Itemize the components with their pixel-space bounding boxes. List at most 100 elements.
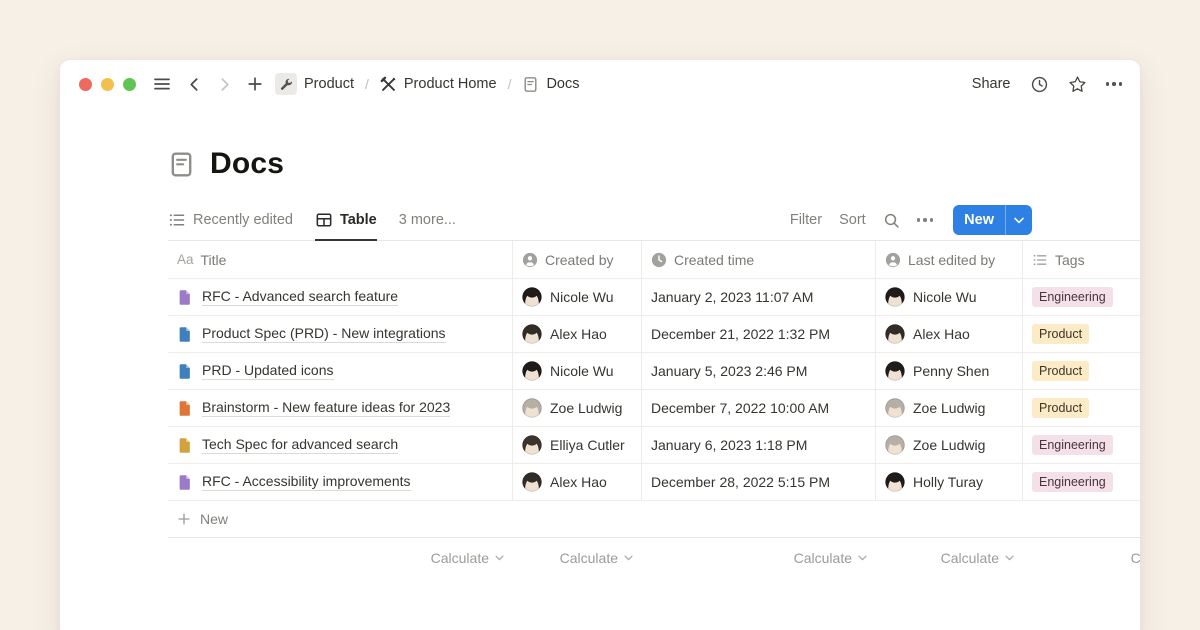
- tab-table[interactable]: Table: [315, 201, 377, 241]
- chevron-down-icon: [495, 555, 504, 561]
- last-edited-by-cell[interactable]: Zoe Ludwig: [876, 390, 1023, 427]
- last-edited-by-cell[interactable]: Alex Hao: [876, 316, 1023, 353]
- tag-pill[interactable]: Engineering: [1032, 472, 1113, 492]
- created-by-cell[interactable]: Nicole Wu: [513, 353, 642, 390]
- column-header-tags[interactable]: Tags: [1023, 241, 1140, 279]
- calculate-button[interactable]: Calculate: [431, 550, 504, 566]
- tags-cell[interactable]: Engineering: [1023, 464, 1140, 501]
- breadcrumb-item-product-home[interactable]: Product Home: [380, 76, 497, 93]
- created-time-cell[interactable]: December 21, 2022 1:32 PM: [642, 316, 876, 353]
- tags-cell[interactable]: Product: [1023, 353, 1140, 390]
- created-by-cell[interactable]: Zoe Ludwig: [513, 390, 642, 427]
- title-cell[interactable]: RFC - Accessibility improvements: [168, 464, 513, 501]
- last-edited-by-cell[interactable]: Nicole Wu: [876, 279, 1023, 316]
- view-tabs-bar: Recently edited Table 3 more... Filter S…: [168, 200, 1032, 240]
- tag-pill[interactable]: Product: [1032, 361, 1089, 381]
- minimize-window-button[interactable]: [101, 78, 114, 91]
- calculate-button[interactable]: Calculate: [1131, 550, 1140, 566]
- new-button[interactable]: New: [953, 205, 1032, 235]
- row-title[interactable]: RFC - Advanced search feature: [202, 288, 398, 306]
- tags-cell[interactable]: Product: [1023, 316, 1140, 353]
- filter-button[interactable]: Filter: [790, 212, 822, 228]
- breadcrumb-label: Product Home: [404, 76, 497, 92]
- tags-cell[interactable]: Product: [1023, 390, 1140, 427]
- row-title[interactable]: RFC - Accessibility improvements: [202, 473, 411, 491]
- table-container: Aa Title Created by Created time Last ed…: [168, 240, 1140, 578]
- share-button[interactable]: Share: [972, 76, 1011, 92]
- add-page-icon[interactable]: [247, 76, 263, 92]
- tab-more-views[interactable]: 3 more...: [399, 200, 456, 240]
- breadcrumb: Product / Product Home /: [275, 73, 580, 95]
- last-edited-by-cell[interactable]: Zoe Ludwig: [876, 427, 1023, 464]
- column-header-created-by[interactable]: Created by: [513, 241, 642, 279]
- tab-recently-edited[interactable]: Recently edited: [168, 200, 293, 240]
- column-header-title[interactable]: Aa Title: [168, 241, 513, 279]
- new-button-label[interactable]: New: [953, 205, 1005, 235]
- view-options-icon[interactable]: [917, 218, 934, 222]
- more-options-icon[interactable]: [1106, 82, 1123, 86]
- row-title[interactable]: Tech Spec for advanced search: [202, 436, 398, 454]
- person-icon: [522, 252, 538, 268]
- person-name: Alex Hao: [913, 326, 970, 342]
- person-name: Zoe Ludwig: [913, 400, 985, 416]
- add-row-button[interactable]: New: [168, 501, 1140, 538]
- zoom-window-button[interactable]: [123, 78, 136, 91]
- tags-cell[interactable]: Engineering: [1023, 279, 1140, 316]
- created-by-cell[interactable]: Nicole Wu: [513, 279, 642, 316]
- calculate-button[interactable]: Calculate: [794, 550, 867, 566]
- title-cell[interactable]: PRD - Updated icons: [168, 353, 513, 390]
- title-cell[interactable]: Brainstorm - New feature ideas for 2023: [168, 390, 513, 427]
- row-title[interactable]: Product Spec (PRD) - New integrations: [202, 325, 446, 343]
- tools-icon: [380, 76, 397, 93]
- title-cell[interactable]: Product Spec (PRD) - New integrations: [168, 316, 513, 353]
- page-doc-icon[interactable]: [168, 151, 195, 178]
- tag-pill[interactable]: Product: [1032, 324, 1089, 344]
- tag-pill[interactable]: Engineering: [1032, 435, 1113, 455]
- created-time-cell[interactable]: January 2, 2023 11:07 AM: [642, 279, 876, 316]
- sort-button[interactable]: Sort: [839, 212, 866, 228]
- created-time-cell[interactable]: January 6, 2023 1:18 PM: [642, 427, 876, 464]
- created-by-cell[interactable]: Elliya Cutler: [513, 427, 642, 464]
- person-name: Nicole Wu: [550, 363, 614, 379]
- breadcrumb-item-product[interactable]: Product: [275, 73, 354, 95]
- page-title[interactable]: Docs: [210, 147, 284, 181]
- tag-pill[interactable]: Product: [1032, 398, 1089, 418]
- table-row: PRD - Updated icons Nicole Wu January 5,…: [168, 353, 1140, 390]
- add-row-label: New: [200, 511, 228, 527]
- avatar: [885, 324, 905, 344]
- column-header-created-time[interactable]: Created time: [642, 241, 876, 279]
- title-cell[interactable]: Tech Spec for advanced search: [168, 427, 513, 464]
- person-name: Holly Turay: [913, 474, 983, 490]
- calculate-button[interactable]: Calculate: [941, 550, 1014, 566]
- clock-icon: [651, 252, 667, 268]
- created-time-cell[interactable]: January 5, 2023 2:46 PM: [642, 353, 876, 390]
- tags-cell[interactable]: Engineering: [1023, 427, 1140, 464]
- created-by-cell[interactable]: Alex Hao: [513, 464, 642, 501]
- created-time-cell[interactable]: December 28, 2022 5:15 PM: [642, 464, 876, 501]
- created-by-cell[interactable]: Alex Hao: [513, 316, 642, 353]
- column-header-label: Created time: [674, 252, 754, 268]
- row-title[interactable]: Brainstorm - New feature ideas for 2023: [202, 399, 450, 417]
- chevron-down-icon: [1005, 555, 1014, 561]
- back-icon[interactable]: [187, 77, 202, 92]
- close-window-button[interactable]: [79, 78, 92, 91]
- favorite-star-icon[interactable]: [1068, 75, 1087, 94]
- breadcrumb-item-docs[interactable]: Docs: [522, 76, 579, 93]
- sidebar-menu-icon[interactable]: [152, 74, 172, 94]
- breadcrumb-separator: /: [365, 76, 369, 92]
- title-cell[interactable]: RFC - Advanced search feature: [168, 279, 513, 316]
- created-time-cell[interactable]: December 7, 2022 10:00 AM: [642, 390, 876, 427]
- column-header-last-edited-by[interactable]: Last edited by: [876, 241, 1023, 279]
- row-title[interactable]: PRD - Updated icons: [202, 362, 334, 380]
- forward-icon[interactable]: [217, 77, 232, 92]
- chevron-down-icon: [624, 555, 633, 561]
- tag-pill[interactable]: Engineering: [1032, 287, 1113, 307]
- last-edited-by-cell[interactable]: Holly Turay: [876, 464, 1023, 501]
- last-edited-by-cell[interactable]: Penny Shen: [876, 353, 1023, 390]
- search-icon[interactable]: [883, 212, 900, 229]
- text-type-icon: Aa: [177, 252, 194, 267]
- new-dropdown-chevron-icon[interactable]: [1006, 205, 1032, 235]
- table-footer-row: Calculate Calculate Calculate: [168, 538, 1140, 578]
- calculate-button[interactable]: Calculate: [560, 550, 633, 566]
- updates-clock-icon[interactable]: [1030, 75, 1049, 94]
